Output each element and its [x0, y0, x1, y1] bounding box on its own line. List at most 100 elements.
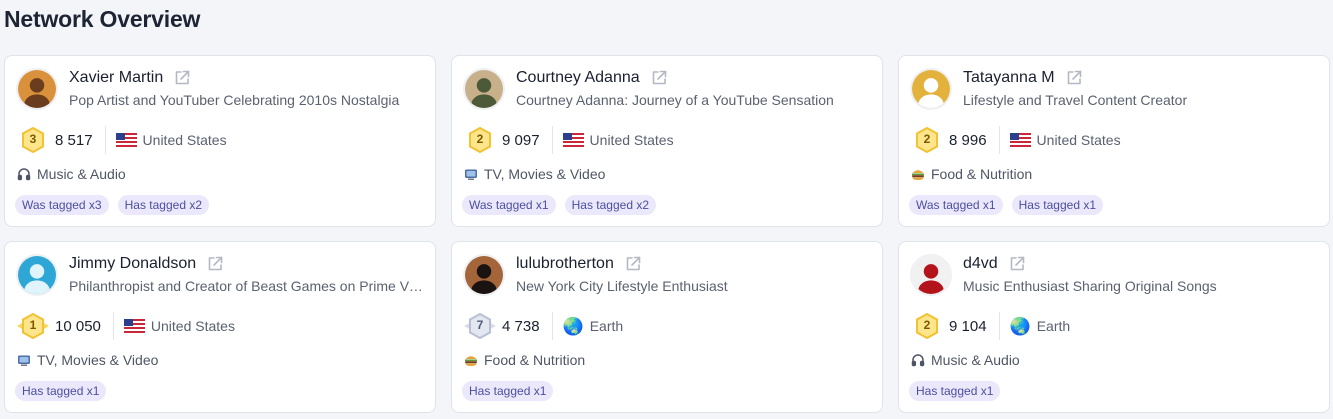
category-label: Food & Nutrition	[931, 166, 1033, 182]
avatar[interactable]	[16, 254, 58, 296]
burger-icon	[911, 167, 925, 181]
stats-divider	[104, 126, 106, 154]
category: TV, Movies & Video	[464, 166, 605, 182]
avatar-image	[465, 256, 503, 294]
avatar[interactable]	[910, 68, 952, 110]
creator-description: Lifestyle and Travel Content Creator	[963, 92, 1188, 108]
external-link-icon[interactable]	[206, 255, 224, 273]
creator-name[interactable]: Xavier Martin	[69, 69, 163, 87]
rank-number: 2	[923, 318, 931, 332]
rank-number: 2	[476, 132, 484, 146]
creator-name[interactable]: d4vd	[963, 255, 998, 273]
rank-number: 1	[29, 318, 37, 332]
follower-count: 8 517	[55, 131, 93, 149]
follower-count: 9 097	[502, 131, 540, 149]
creator-stats: 7 4 738 🌏 Earth	[462, 312, 623, 340]
network-card-grid: Xavier Martin Pop Artist and YouTuber Ce…	[4, 55, 1330, 413]
category-label: Music & Audio	[37, 166, 126, 182]
creator-card-6[interactable]: d4vd Music Enthusiast Sharing Original S…	[898, 241, 1330, 413]
country-label: United States	[1036, 132, 1121, 148]
creator-name[interactable]: Jimmy Donaldson	[69, 255, 196, 273]
creator-card-1[interactable]: Xavier Martin Pop Artist and YouTuber Ce…	[4, 55, 436, 227]
stats-divider	[551, 126, 553, 154]
rank-badge-icon: 3	[15, 126, 51, 154]
creator-description: Music Enthusiast Sharing Original Songs	[963, 278, 1217, 294]
avatar-image	[18, 256, 56, 294]
tag-chip[interactable]: Was tagged x3	[15, 195, 109, 215]
follower-count: 8 996	[949, 131, 987, 149]
category-label: Food & Nutrition	[484, 352, 586, 368]
external-link-icon[interactable]	[1008, 255, 1026, 273]
country-label: Earth	[589, 318, 624, 334]
category: Music & Audio	[911, 352, 1020, 368]
tag-chip[interactable]: Has tagged x1	[15, 381, 107, 401]
country-label: United States	[150, 318, 235, 334]
tag-chip[interactable]: Was tagged x1	[462, 195, 556, 215]
tv-icon	[17, 353, 31, 367]
creator-description: Courtney Adanna: Journey of a YouTube Se…	[516, 92, 834, 108]
creator-stats: 2 9 097 United States	[462, 126, 674, 154]
us-flag-icon	[562, 133, 584, 147]
burger-icon	[464, 353, 478, 367]
creator-stats: 1 10 050 United States	[15, 312, 235, 340]
globe-icon: 🌏	[1009, 316, 1031, 336]
tag-chip[interactable]: Has tagged x2	[564, 195, 656, 215]
external-link-icon[interactable]	[650, 69, 668, 87]
creator-stats: 2 8 996 United States	[909, 126, 1121, 154]
follower-count: 4 738	[502, 317, 540, 335]
creator-stats: 2 9 104 🌏 Earth	[909, 312, 1070, 340]
rank-badge-icon: 2	[909, 312, 945, 340]
stats-divider	[998, 126, 1000, 154]
rank-number: 2	[923, 132, 931, 146]
headphones-icon	[17, 167, 31, 181]
tag-chip[interactable]: Has tagged x1	[1011, 195, 1103, 215]
avatar[interactable]	[910, 254, 952, 296]
creator-description: Philanthropist and Creator of Beast Game…	[69, 278, 425, 294]
headphones-icon	[911, 353, 925, 367]
category: Food & Nutrition	[911, 166, 1032, 182]
creator-name[interactable]: lulubrotherton	[516, 255, 614, 273]
globe-icon: 🌏	[562, 316, 584, 336]
creator-stats: 3 8 517 United States	[15, 126, 227, 154]
external-link-icon[interactable]	[173, 69, 191, 87]
creator-card-4[interactable]: Jimmy Donaldson Philanthropist and Creat…	[4, 241, 436, 413]
stats-divider	[112, 312, 114, 340]
avatar-image	[912, 70, 950, 108]
category: TV, Movies & Video	[17, 352, 158, 368]
tag-chip[interactable]: Has tagged x2	[117, 195, 209, 215]
external-link-icon[interactable]	[1065, 69, 1083, 87]
rank-number: 3	[29, 132, 37, 146]
avatar[interactable]	[463, 254, 505, 296]
avatar[interactable]	[463, 68, 505, 110]
tv-icon	[464, 167, 478, 181]
tag-list: Was tagged x1 Has tagged x1	[909, 195, 1103, 215]
country-label: United States	[142, 132, 227, 148]
avatar[interactable]	[16, 68, 58, 110]
creator-description: Pop Artist and YouTuber Celebrating 2010…	[69, 92, 400, 108]
rank-number: 7	[476, 318, 484, 332]
rank-badge-icon: 2	[462, 126, 498, 154]
category-label: TV, Movies & Video	[37, 352, 159, 368]
tag-chip[interactable]: Has tagged x1	[909, 381, 1001, 401]
creator-card-3[interactable]: Tatayanna M Lifestyle and Travel Content…	[898, 55, 1330, 227]
tag-list: Was tagged x1 Has tagged x2	[462, 195, 656, 215]
tag-list: Has tagged x1	[909, 381, 1001, 401]
tag-chip[interactable]: Has tagged x1	[462, 381, 554, 401]
category-label: TV, Movies & Video	[484, 166, 606, 182]
rank-badge-icon: 7	[462, 312, 498, 340]
us-flag-icon	[1009, 133, 1031, 147]
avatar-image	[18, 70, 56, 108]
tag-chip[interactable]: Was tagged x1	[909, 195, 1003, 215]
follower-count: 9 104	[949, 317, 987, 335]
category: Food & Nutrition	[464, 352, 585, 368]
creator-description: New York City Lifestyle Enthusiast	[516, 278, 728, 294]
stats-divider	[998, 312, 1000, 340]
creator-card-5[interactable]: lulubrotherton New York City Lifestyle E…	[451, 241, 883, 413]
creator-name[interactable]: Tatayanna M	[963, 69, 1055, 87]
creator-name[interactable]: Courtney Adanna	[516, 69, 640, 87]
category: Music & Audio	[17, 166, 126, 182]
us-flag-icon	[115, 133, 137, 147]
stats-divider	[551, 312, 553, 340]
external-link-icon[interactable]	[624, 255, 642, 273]
creator-card-2[interactable]: Courtney Adanna Courtney Adanna: Journey…	[451, 55, 883, 227]
